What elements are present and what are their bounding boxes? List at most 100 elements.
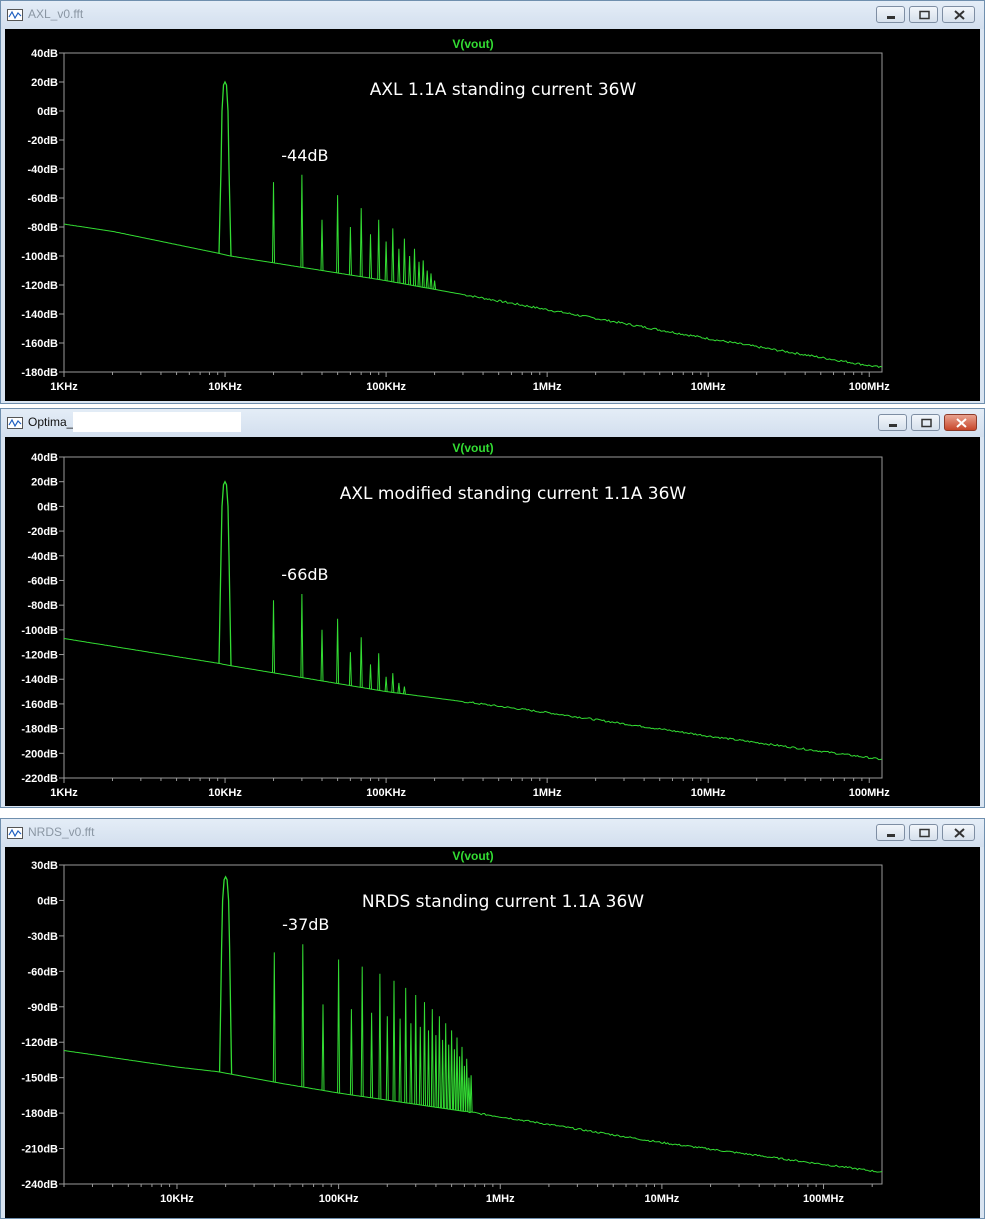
harmonic-spike [377, 653, 381, 691]
harmonic-spike [437, 1016, 441, 1108]
y-tick-label: 0dB [37, 106, 58, 118]
trace-group [64, 80, 882, 369]
harmonic-spike [455, 1037, 459, 1111]
window-titlebar[interactable]: NRDS_v0.fft [1, 819, 984, 847]
x-tick-label: 100MHz [849, 381, 890, 393]
y-tick-label: 30dB [31, 860, 58, 872]
fft-chart[interactable]: V(vout) 30dB 0dB -30dB -60dB -90dB -120dB -150d… [5, 847, 980, 1218]
harmonic-spike [460, 1046, 464, 1112]
x-tick-label: 100KHz [366, 381, 406, 393]
harmonic-spike [391, 228, 395, 282]
harmonic-spike [418, 1026, 422, 1106]
harmonic-spike [469, 1075, 473, 1113]
harmonic-spike [441, 1039, 445, 1109]
noise-floor-line [64, 638, 882, 761]
maximize-button[interactable] [911, 414, 940, 431]
window-titlebar[interactable]: Optima_ [1, 409, 984, 437]
harmonic-spike [272, 600, 275, 673]
y-tick-label: -150dB [21, 1073, 58, 1085]
y-tick-label: -40dB [27, 164, 58, 176]
harmonic-spike [320, 629, 324, 681]
plot-area[interactable]: V(vout) 40dB 20dB 0dB -20dB -40dB -60dB -80dB -1… [5, 29, 980, 401]
harmonic-spike [467, 1077, 471, 1113]
y-tick-label: -20dB [27, 526, 58, 538]
plot-area[interactable]: V(vout) 30dB 0dB -30dB -60dB -90dB -120dB -150d… [5, 847, 980, 1218]
fundamental-peak [218, 80, 232, 257]
waveform-app-icon [7, 9, 23, 21]
fundamental-peak [218, 480, 232, 666]
y-tick-label: -180dB [21, 367, 58, 379]
harmonic-spike [336, 195, 340, 274]
harmonic-spike [392, 980, 396, 1102]
y-tick-label: -100dB [21, 251, 58, 263]
maximize-button[interactable] [909, 824, 938, 841]
waveform-app-icon [7, 417, 23, 429]
y-tick-label: 40dB [31, 48, 58, 60]
harmonic-spike [417, 261, 421, 287]
harmonic-spike [409, 1023, 413, 1104]
harmonic-spike [444, 1023, 448, 1109]
harmonic-spike [421, 260, 425, 288]
harmonic-spike [434, 1035, 438, 1108]
noise-floor-line [64, 223, 882, 369]
y-tick-label: -210dB [21, 1144, 58, 1156]
plot-window-nrds[interactable]: NRDS_v0.fft V(vout) 30dB 0dB -30dB -60dB -90d… [0, 818, 985, 1219]
y-tick-label: -140dB [21, 309, 58, 321]
y-tick-label: -160dB [21, 699, 58, 711]
minimize-button[interactable] [876, 824, 905, 841]
y-tick-label: 0dB [37, 501, 58, 513]
fundamental-peak [218, 875, 233, 1075]
y-tick-label: -60dB [27, 575, 58, 587]
x-tick-label: 10MHz [644, 1193, 679, 1205]
plot-frame [63, 52, 883, 373]
x-tick-label: 1KHz [50, 381, 78, 393]
harmonic-spike [385, 1016, 389, 1101]
harmonic-spike [301, 944, 305, 1088]
harmonic-spike [377, 219, 381, 280]
harmonic-spike [384, 676, 388, 692]
close-button[interactable] [944, 414, 977, 431]
y-tick-label: -30dB [27, 931, 58, 943]
minimize-button[interactable] [878, 414, 907, 431]
y-tick-label: -140dB [21, 674, 58, 686]
harmonic-spike [402, 686, 406, 695]
y-tick-label: -120dB [21, 650, 58, 662]
harmonic-spike [321, 1004, 325, 1091]
close-button[interactable] [942, 824, 975, 841]
x-tick-label: 100KHz [366, 787, 406, 799]
close-button[interactable] [942, 6, 975, 23]
x-tick-label: 10KHz [208, 381, 242, 393]
harmonic-spike [450, 1030, 454, 1110]
plot-area[interactable]: V(vout) 40dB 20dB 0dB -20dB -40dB -60dB -80dB -1… [5, 437, 980, 806]
plot-window-optima[interactable]: Optima_ V(vout) 40dB 20dB 0dB -20dB -40dB -60d… [0, 408, 985, 808]
harmonic-spike [433, 280, 437, 290]
maximize-button[interactable] [909, 6, 938, 23]
harmonic-spike [272, 182, 275, 263]
window-titlebar[interactable]: AXL_v0.fft [1, 1, 984, 29]
plot-window-axl[interactable]: AXL_v0.fft V(vout) 40dB 20dB 0dB -20dB -40dB -… [0, 0, 985, 404]
x-tick-label: 10KHz [208, 787, 242, 799]
minimize-button[interactable] [876, 6, 905, 23]
fft-chart[interactable]: V(vout) 40dB 20dB 0dB -20dB -40dB -60dB -80dB -1… [5, 437, 980, 806]
harmonic-spike [300, 593, 304, 678]
x-tick-label: 10KHz [160, 1193, 194, 1205]
y-tick-label: -60dB [27, 966, 58, 978]
x-tick-label: 100MHz [803, 1193, 844, 1205]
harmonic-spike [378, 973, 382, 1100]
annotation-text: AXL 1.1A standing current 36W [370, 80, 637, 100]
fft-chart[interactable]: V(vout) 40dB 20dB 0dB -20dB -40dB -60dB -80dB -1… [5, 29, 980, 401]
trace-group [64, 480, 882, 761]
y-tick-label: -60dB [27, 193, 58, 205]
harmonic-spike [452, 1049, 456, 1110]
y-tick-label: -180dB [21, 724, 58, 736]
y-tick-label: -90dB [27, 1002, 58, 1014]
harmonic-spike [359, 208, 363, 277]
trace-group [64, 875, 882, 1173]
y-tick-label: -80dB [27, 222, 58, 234]
harmonic-spike [462, 1065, 466, 1112]
y-tick-label: -100dB [21, 625, 58, 637]
plot-frame [63, 864, 883, 1185]
y-tick-label: -40dB [27, 551, 58, 563]
harmonic-spike [391, 673, 395, 693]
harmonic-spike [430, 1009, 434, 1107]
